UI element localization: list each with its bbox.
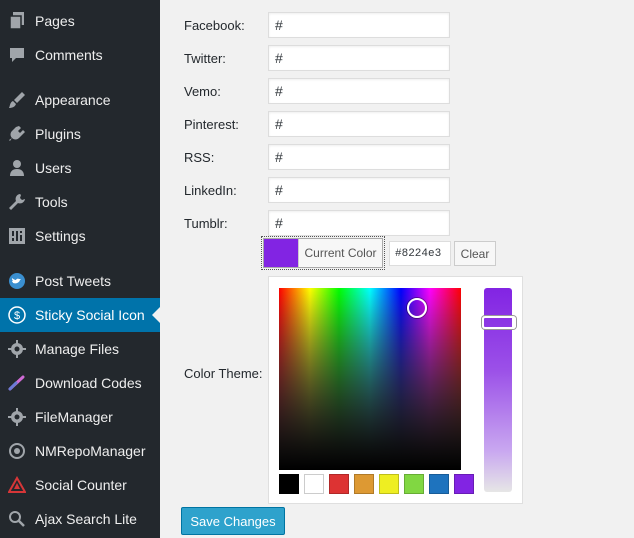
- sidebar-item-label: Appearance: [35, 92, 111, 108]
- sidebar-item-download-codes[interactable]: Download Codes: [0, 366, 160, 400]
- clear-color-button[interactable]: Clear: [454, 241, 496, 266]
- color-theme-label: Color Theme:: [184, 366, 263, 381]
- palette-swatch-orange[interactable]: [354, 474, 374, 494]
- sidebar-item-label: Ajax Search Lite: [35, 511, 137, 527]
- sidebar-item-settings[interactable]: Settings: [0, 219, 160, 253]
- color-picker: [268, 276, 523, 504]
- palette-swatch-purple[interactable]: [454, 474, 474, 494]
- rss-input[interactable]: [268, 144, 450, 170]
- save-changes-button[interactable]: Save Changes: [181, 507, 285, 535]
- search-icon: [7, 509, 27, 529]
- sidebar-item-sticky-social-icon[interactable]: $ Sticky Social Icon: [0, 298, 160, 332]
- saturation-slider-handle[interactable]: [482, 316, 516, 329]
- facebook-row: Facebook:: [184, 11, 450, 39]
- sidebar-item-comments[interactable]: Comments: [0, 38, 160, 72]
- admin-sidebar: Pages Comments Appearance Plugins Users …: [0, 0, 160, 538]
- gear-icon: [7, 407, 27, 427]
- svg-text:$: $: [14, 310, 20, 322]
- palette-swatch-blue[interactable]: [429, 474, 449, 494]
- sidebar-item-social-counter[interactable]: Social Counter: [0, 468, 160, 502]
- sidebar-item-label: Post Tweets: [35, 273, 112, 289]
- sidebar-item-label: Download Codes: [35, 375, 142, 391]
- twitter-label: Twitter:: [184, 50, 226, 66]
- linkedin-input[interactable]: [268, 177, 450, 203]
- sidebar-item-plugins[interactable]: Plugins: [0, 117, 160, 151]
- current-color-swatch: [264, 239, 298, 267]
- users-icon: [7, 158, 27, 178]
- palette-swatch-black[interactable]: [279, 474, 299, 494]
- download-codes-icon: [7, 373, 27, 393]
- tumblr-input[interactable]: [268, 210, 450, 236]
- rss-row: RSS:: [184, 143, 450, 171]
- color-square-handle[interactable]: [407, 298, 427, 318]
- sidebar-item-label: Settings: [35, 228, 86, 244]
- active-indicator: [152, 307, 160, 323]
- twitter-row: Twitter:: [184, 44, 450, 72]
- linkedin-row: LinkedIn:: [184, 176, 450, 204]
- facebook-input[interactable]: [268, 12, 450, 38]
- plugins-icon: [7, 124, 27, 144]
- sidebar-item-nmrepomanager[interactable]: NMRepoManager: [0, 434, 160, 468]
- comments-icon: [7, 45, 27, 65]
- linkedin-label: LinkedIn:: [184, 182, 237, 198]
- sidebar-item-filemanager[interactable]: FileManager: [0, 400, 160, 434]
- vemo-label: Vemo:: [184, 83, 221, 99]
- tools-icon: [7, 192, 27, 212]
- palette-swatch-white[interactable]: [304, 474, 324, 494]
- sidebar-item-label: Social Counter: [35, 477, 127, 493]
- sidebar-item-pages[interactable]: Pages: [0, 4, 160, 38]
- tumblr-label: Tumblr:: [184, 215, 228, 231]
- twitter-icon: [7, 271, 27, 291]
- sidebar-item-label: Comments: [35, 47, 103, 63]
- twitter-input[interactable]: [268, 45, 450, 71]
- color-square[interactable]: [279, 288, 461, 470]
- color-palette: [279, 474, 479, 494]
- vemo-input[interactable]: [268, 78, 450, 104]
- sidebar-item-tools[interactable]: Tools: [0, 185, 160, 219]
- social-counter-icon: [7, 475, 27, 495]
- palette-swatch-green[interactable]: [404, 474, 424, 494]
- current-color-button[interactable]: Current Color: [261, 236, 385, 270]
- vemo-row: Vemo:: [184, 77, 450, 105]
- sidebar-item-users[interactable]: Users: [0, 151, 160, 185]
- pinterest-row: Pinterest:: [184, 110, 450, 138]
- sticky-social-icon: $: [7, 305, 27, 325]
- sidebar-item-label: Sticky Social Icon: [35, 307, 145, 323]
- tumblr-row: Tumblr:: [184, 209, 450, 237]
- pages-icon: [7, 11, 27, 31]
- sidebar-item-label: FileManager: [35, 409, 113, 425]
- palette-swatch-yellow[interactable]: [379, 474, 399, 494]
- sidebar-item-post-tweets[interactable]: Post Tweets: [0, 264, 160, 298]
- saturation-slider[interactable]: [482, 288, 516, 492]
- sidebar-item-ajax-search-lite[interactable]: Ajax Search Lite: [0, 502, 160, 536]
- sidebar-item-label: Users: [35, 160, 72, 176]
- palette-swatch-red[interactable]: [329, 474, 349, 494]
- sidebar-item-label: NMRepoManager: [35, 443, 146, 459]
- facebook-label: Facebook:: [184, 17, 245, 33]
- sidebar-item-label: Plugins: [35, 126, 81, 142]
- hex-color-input[interactable]: [389, 241, 451, 266]
- rss-label: RSS:: [184, 149, 215, 165]
- sidebar-item-label: Pages: [35, 13, 75, 29]
- sidebar-item-appearance[interactable]: Appearance: [0, 83, 160, 117]
- repo-icon: [7, 441, 27, 461]
- sidebar-item-label: Manage Files: [35, 341, 120, 357]
- pinterest-label: Pinterest:: [184, 116, 239, 132]
- settings-icon: [7, 226, 27, 246]
- pinterest-input[interactable]: [268, 111, 450, 137]
- current-color-label: Current Color: [298, 239, 382, 267]
- appearance-icon: [7, 90, 27, 110]
- sidebar-item-label: Tools: [35, 194, 68, 210]
- gear-icon: [7, 339, 27, 359]
- sidebar-item-manage-files[interactable]: Manage Files: [0, 332, 160, 366]
